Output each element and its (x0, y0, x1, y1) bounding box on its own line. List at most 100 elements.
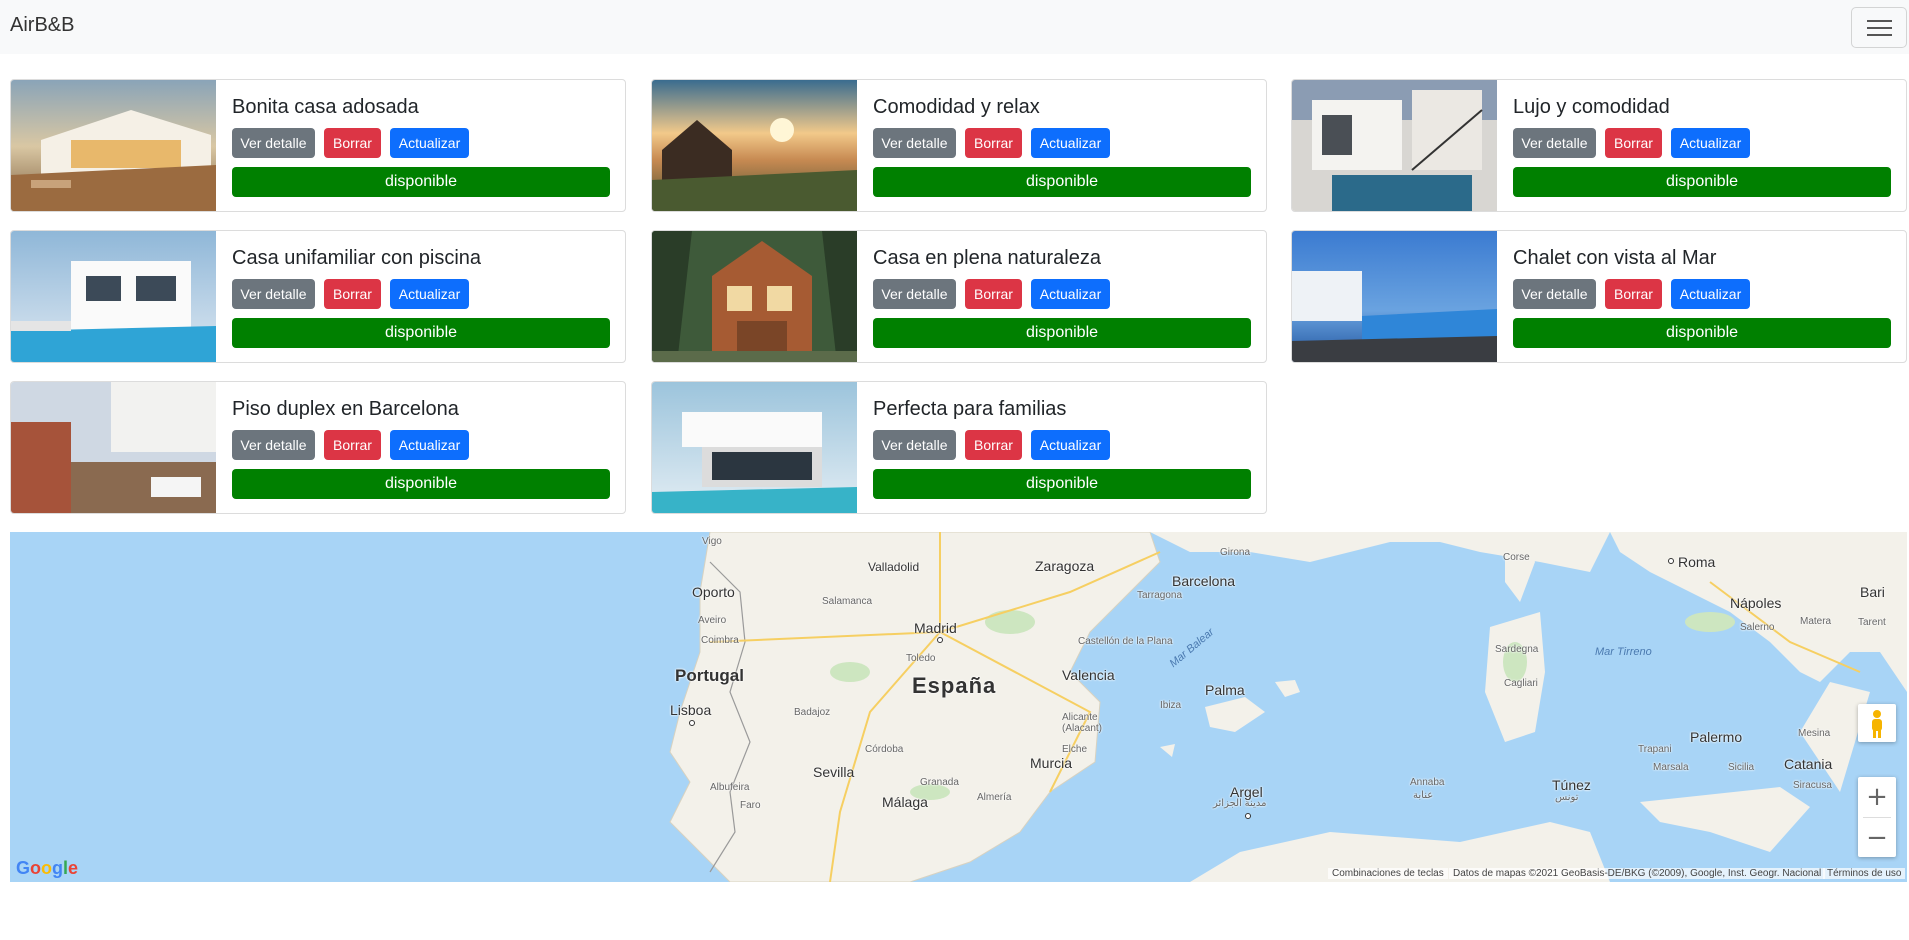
listing-grid: Bonita casa adosada Ver detalle Borrar A… (0, 0, 1909, 530)
listing-photo[interactable] (652, 231, 857, 363)
update-button[interactable]: Actualizar (1031, 128, 1110, 158)
listing-card: Casa unifamiliar con piscina Ver detalle… (10, 230, 626, 363)
view-detail-button[interactable]: Ver detalle (232, 128, 315, 158)
map-label-albufeira: Albufeira (710, 782, 750, 793)
view-detail-button[interactable]: Ver detalle (873, 128, 956, 158)
map-label-argel-ar: مدينة الجزائر (1213, 798, 1267, 809)
view-detail-button[interactable]: Ver detalle (1513, 279, 1596, 309)
update-button[interactable]: Actualizar (1671, 128, 1750, 158)
map-view[interactable]: Vigo Valladolid Zaragoza Girona Barcelon… (10, 532, 1907, 882)
map-label-valladolid: Valladolid (868, 560, 920, 574)
listing-card: Piso duplex en Barcelona Ver detalle Bor… (10, 381, 626, 514)
map-label-tunez-ar: تونس (1555, 792, 1579, 803)
listing-title: Bonita casa adosada (232, 96, 419, 118)
view-detail-button[interactable]: Ver detalle (1513, 128, 1596, 158)
map-label-palma: Palma (1205, 682, 1245, 698)
delete-button[interactable]: Borrar (965, 279, 1022, 309)
listing-photo[interactable] (1292, 80, 1497, 212)
map-label-tarent: Tarent (1858, 617, 1886, 628)
map-label-cagliari: Cagliari (1504, 678, 1538, 689)
street-view-pegman-icon[interactable] (1858, 704, 1896, 742)
delete-button[interactable]: Borrar (324, 430, 381, 460)
availability-badge: disponible (232, 167, 610, 197)
map-label-annaba: Annaba (1410, 777, 1445, 788)
google-logo: Google (16, 858, 79, 878)
listing-title: Casa unifamiliar con piscina (232, 247, 482, 269)
map-label-espana: España (912, 673, 997, 698)
map-label-murcia: Murcia (1030, 755, 1073, 771)
view-detail-button[interactable]: Ver detalle (232, 279, 315, 309)
zoom-out-button[interactable]: − (1858, 818, 1896, 858)
view-detail-button[interactable]: Ver detalle (232, 430, 315, 460)
map-label-barcelona: Barcelona (1172, 573, 1236, 589)
map-label-cordoba: Córdoba (865, 744, 904, 755)
delete-button[interactable]: Borrar (965, 128, 1022, 158)
map-label-almeria: Almería (977, 792, 1012, 803)
delete-button[interactable]: Borrar (965, 430, 1022, 460)
map-attribution: Datos de mapas ©2021 GeoBasis-DE/BKG (©2… (1449, 868, 1826, 879)
map-label-catania: Catania (1784, 756, 1833, 772)
map-label-sicilia: Sicilia (1728, 762, 1755, 773)
listing-title: Casa en plena naturaleza (873, 247, 1101, 269)
map-label-roma: Roma (1678, 554, 1716, 570)
update-button[interactable]: Actualizar (1671, 279, 1750, 309)
map-label-salerno: Salerno (1740, 622, 1775, 633)
map-label-corse: Corse (1503, 552, 1530, 563)
map-label-granada: Granada (920, 777, 959, 788)
listing-photo[interactable] (1292, 231, 1497, 363)
update-button[interactable]: Actualizar (390, 279, 469, 309)
map-label-vigo: Vigo (702, 536, 722, 547)
listing-photo[interactable] (11, 80, 216, 212)
update-button[interactable]: Actualizar (390, 430, 469, 460)
map-marker-argel (1245, 813, 1251, 819)
view-detail-button[interactable]: Ver detalle (873, 430, 956, 460)
delete-button[interactable]: Borrar (324, 128, 381, 158)
map-label-portugal: Portugal (675, 666, 744, 685)
listing-title: Chalet con vista al Mar (1513, 247, 1717, 269)
map-label-trapani: Trapani (1638, 744, 1672, 755)
map-label-siracusa: Siracusa (1793, 780, 1832, 791)
delete-button[interactable]: Borrar (1605, 279, 1662, 309)
map-label-girona: Girona (1220, 547, 1251, 558)
listing-card: Comodidad y relax Ver detalle Borrar Act… (651, 79, 1267, 212)
listing-title: Perfecta para familias (873, 398, 1067, 420)
view-detail-button[interactable]: Ver detalle (873, 279, 956, 309)
map-marker-madrid (937, 637, 943, 643)
map-label-mar-tirreno: Mar Tirreno (1595, 646, 1652, 658)
availability-badge: disponible (873, 318, 1251, 348)
availability-badge: disponible (232, 318, 610, 348)
delete-button[interactable]: Borrar (1605, 128, 1662, 158)
availability-badge: disponible (873, 167, 1251, 197)
listing-photo[interactable] (652, 382, 857, 514)
availability-badge: disponible (232, 469, 610, 499)
listing-card: Bonita casa adosada Ver detalle Borrar A… (10, 79, 626, 212)
zoom-in-button[interactable]: + (1858, 777, 1896, 817)
listing-card: Perfecta para familias Ver detalle Borra… (651, 381, 1267, 514)
map-label-palermo: Palermo (1690, 729, 1743, 745)
listing-photo[interactable] (11, 231, 216, 363)
delete-button[interactable]: Borrar (324, 279, 381, 309)
availability-badge: disponible (1513, 318, 1891, 348)
map-label-oporto: Oporto (692, 584, 735, 600)
map-label-faro: Faro (740, 800, 761, 811)
listing-card: Lujo y comodidad Ver detalle Borrar Actu… (1291, 79, 1907, 212)
terms-of-use-link[interactable]: Términos de uso (1823, 868, 1906, 879)
map-label-sardegna: Sardegna (1495, 644, 1539, 655)
update-button[interactable]: Actualizar (390, 128, 469, 158)
keyboard-shortcuts-link[interactable]: Combinaciones de teclas (1328, 868, 1448, 879)
map-label-elche: Elche (1062, 744, 1088, 755)
map-label-salamanca: Salamanca (822, 596, 873, 607)
map-label-alicante: Alicante (Alacant) (1062, 712, 1103, 734)
map-label-matera: Matera (1800, 616, 1832, 627)
map-label-tarragona: Tarragona (1137, 590, 1183, 601)
listing-photo[interactable] (11, 382, 216, 514)
update-button[interactable]: Actualizar (1031, 430, 1110, 460)
zoom-control: + − (1858, 777, 1896, 857)
map-marker-roma (1668, 558, 1674, 564)
map-label-coimbra: Coimbra (701, 635, 739, 646)
map-terrain (669, 532, 1907, 882)
update-button[interactable]: Actualizar (1031, 279, 1110, 309)
listing-photo[interactable] (652, 80, 857, 212)
map-label-zaragoza: Zaragoza (1035, 558, 1095, 574)
map-label-aveiro: Aveiro (698, 615, 727, 626)
